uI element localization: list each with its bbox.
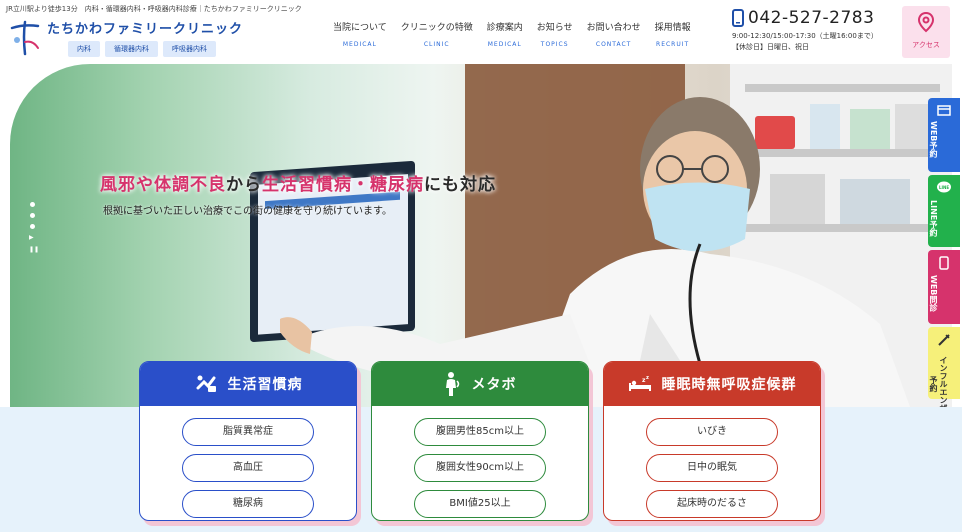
- body-icon: [445, 372, 459, 396]
- nav-about[interactable]: 当院について MEDICAL: [326, 20, 394, 48]
- line-icon: LINE: [937, 181, 951, 193]
- slider-dot[interactable]: [29, 202, 35, 207]
- category-item[interactable]: 起床時のだるさ: [646, 490, 778, 518]
- category-header[interactable]: メタボ: [372, 362, 588, 406]
- access-label: アクセス: [912, 41, 940, 49]
- hero-photo: [250, 64, 952, 407]
- category-item[interactable]: 腹囲女性90cm以上: [414, 454, 546, 482]
- slider-indicators: ▶ ❚❚: [29, 202, 39, 253]
- site-header: JR立川駅より徒歩13分 内科・循環器内科・呼吸器内科診療｜たちかわファミリーク…: [0, 0, 962, 64]
- category-lifestyle-disease: 生活習慣病 脂質異常症 高血圧 糖尿病: [139, 361, 357, 521]
- access-button[interactable]: アクセス: [902, 6, 950, 58]
- line-reservation-button[interactable]: LINE LINE予約: [928, 175, 960, 247]
- category-item[interactable]: 脂質異常症: [182, 418, 314, 446]
- closed-days: 【休診日】日曜日、祝日: [732, 43, 809, 51]
- web-questionnaire-button[interactable]: WEB問診: [928, 250, 960, 324]
- business-hours: 9:00-12:30/15:00-17:30（土曜16:00まで）: [732, 32, 878, 40]
- category-title: メタボ: [471, 377, 517, 393]
- smartphone-icon: [939, 256, 949, 270]
- category-sleep-apnea: z z 睡眠時無呼吸症候群 いびき 日中の眠気 起床時のだるさ: [603, 361, 821, 521]
- site-tagline: JR立川駅より徒歩13分 内科・循環器内科・呼吸器内科診療｜たちかわファミリーク…: [6, 5, 302, 13]
- nav-medical-info[interactable]: 診療案内 MEDICAL: [480, 20, 530, 48]
- category-header[interactable]: 生活習慣病: [140, 362, 356, 406]
- pause-icon[interactable]: ❚❚: [29, 247, 39, 253]
- svg-text:LINE: LINE: [939, 185, 949, 190]
- side-floating-buttons: WEB予約 LINE LINE予約 WEB問診 インフルエンザ予約: [928, 98, 960, 412]
- clinic-logo-icon[interactable]: [6, 14, 44, 60]
- nav-contact[interactable]: お問い合わせ CONTACT: [580, 20, 648, 48]
- dept-tag-internal: 内科: [68, 41, 100, 57]
- play-icon[interactable]: ▶: [29, 235, 35, 241]
- svg-text:z: z: [646, 375, 650, 381]
- dept-tag-respiratory: 呼吸器内科: [163, 41, 216, 57]
- flu-reservation-button[interactable]: インフルエンザ予約: [928, 327, 960, 412]
- smartphone-icon: [732, 9, 744, 27]
- category-item[interactable]: 日中の眠気: [646, 454, 778, 482]
- sleep-icon: z z: [628, 375, 651, 391]
- nav-clinic-features[interactable]: クリニックの特徴 CLINIC: [394, 20, 480, 48]
- category-metabolic: メタボ 腹囲男性85cm以上 腹囲女性90cm以上 BMI値25以上: [371, 361, 589, 521]
- web-reservation-button[interactable]: WEB予約: [928, 98, 960, 172]
- hero-subtext: 根拠に基づいた正しい治療でこの街の健康を守り続けています。: [103, 206, 392, 217]
- hero-headline: 風邪や体調不良から生活習慣病・糖尿病にも対応: [100, 175, 496, 195]
- category-item[interactable]: 高血圧: [182, 454, 314, 482]
- category-item[interactable]: 腹囲男性85cm以上: [414, 418, 546, 446]
- nav-recruit[interactable]: 採用情報 RECRUIT: [648, 20, 698, 48]
- phone-block: 042-527-2783 9:00-12:30/15:00-17:30（土曜16…: [732, 8, 902, 52]
- hero-banner: 風邪や体調不良から生活習慣病・糖尿病にも対応 根拠に基づいた正しい治療でこの街の…: [10, 64, 952, 407]
- map-pin-icon: [917, 11, 935, 33]
- category-title: 生活習慣病: [227, 377, 303, 393]
- category-header[interactable]: z z 睡眠時無呼吸症候群: [604, 362, 820, 406]
- category-title: 睡眠時無呼吸症候群: [661, 377, 797, 393]
- syringe-icon: [938, 334, 950, 346]
- department-tags: 内科 循環器内科 呼吸器内科: [68, 41, 216, 57]
- nav-topics[interactable]: お知らせ TOPICS: [530, 20, 580, 48]
- category-item[interactable]: 糖尿病: [182, 490, 314, 518]
- main-nav: 当院について MEDICAL クリニックの特徴 CLINIC 診療案内 MEDI…: [326, 20, 698, 48]
- clinic-name[interactable]: たちかわファミリークリニック: [47, 18, 243, 37]
- health-icon: [196, 375, 216, 392]
- phone-number[interactable]: 042-527-2783: [748, 8, 874, 28]
- slider-dot[interactable]: [29, 213, 35, 218]
- category-item[interactable]: BMI値25以上: [414, 490, 546, 518]
- category-item[interactable]: いびき: [646, 418, 778, 446]
- slider-dot[interactable]: [29, 224, 35, 229]
- dept-tag-cardiology: 循環器内科: [105, 41, 158, 57]
- calendar-icon: [937, 105, 951, 116]
